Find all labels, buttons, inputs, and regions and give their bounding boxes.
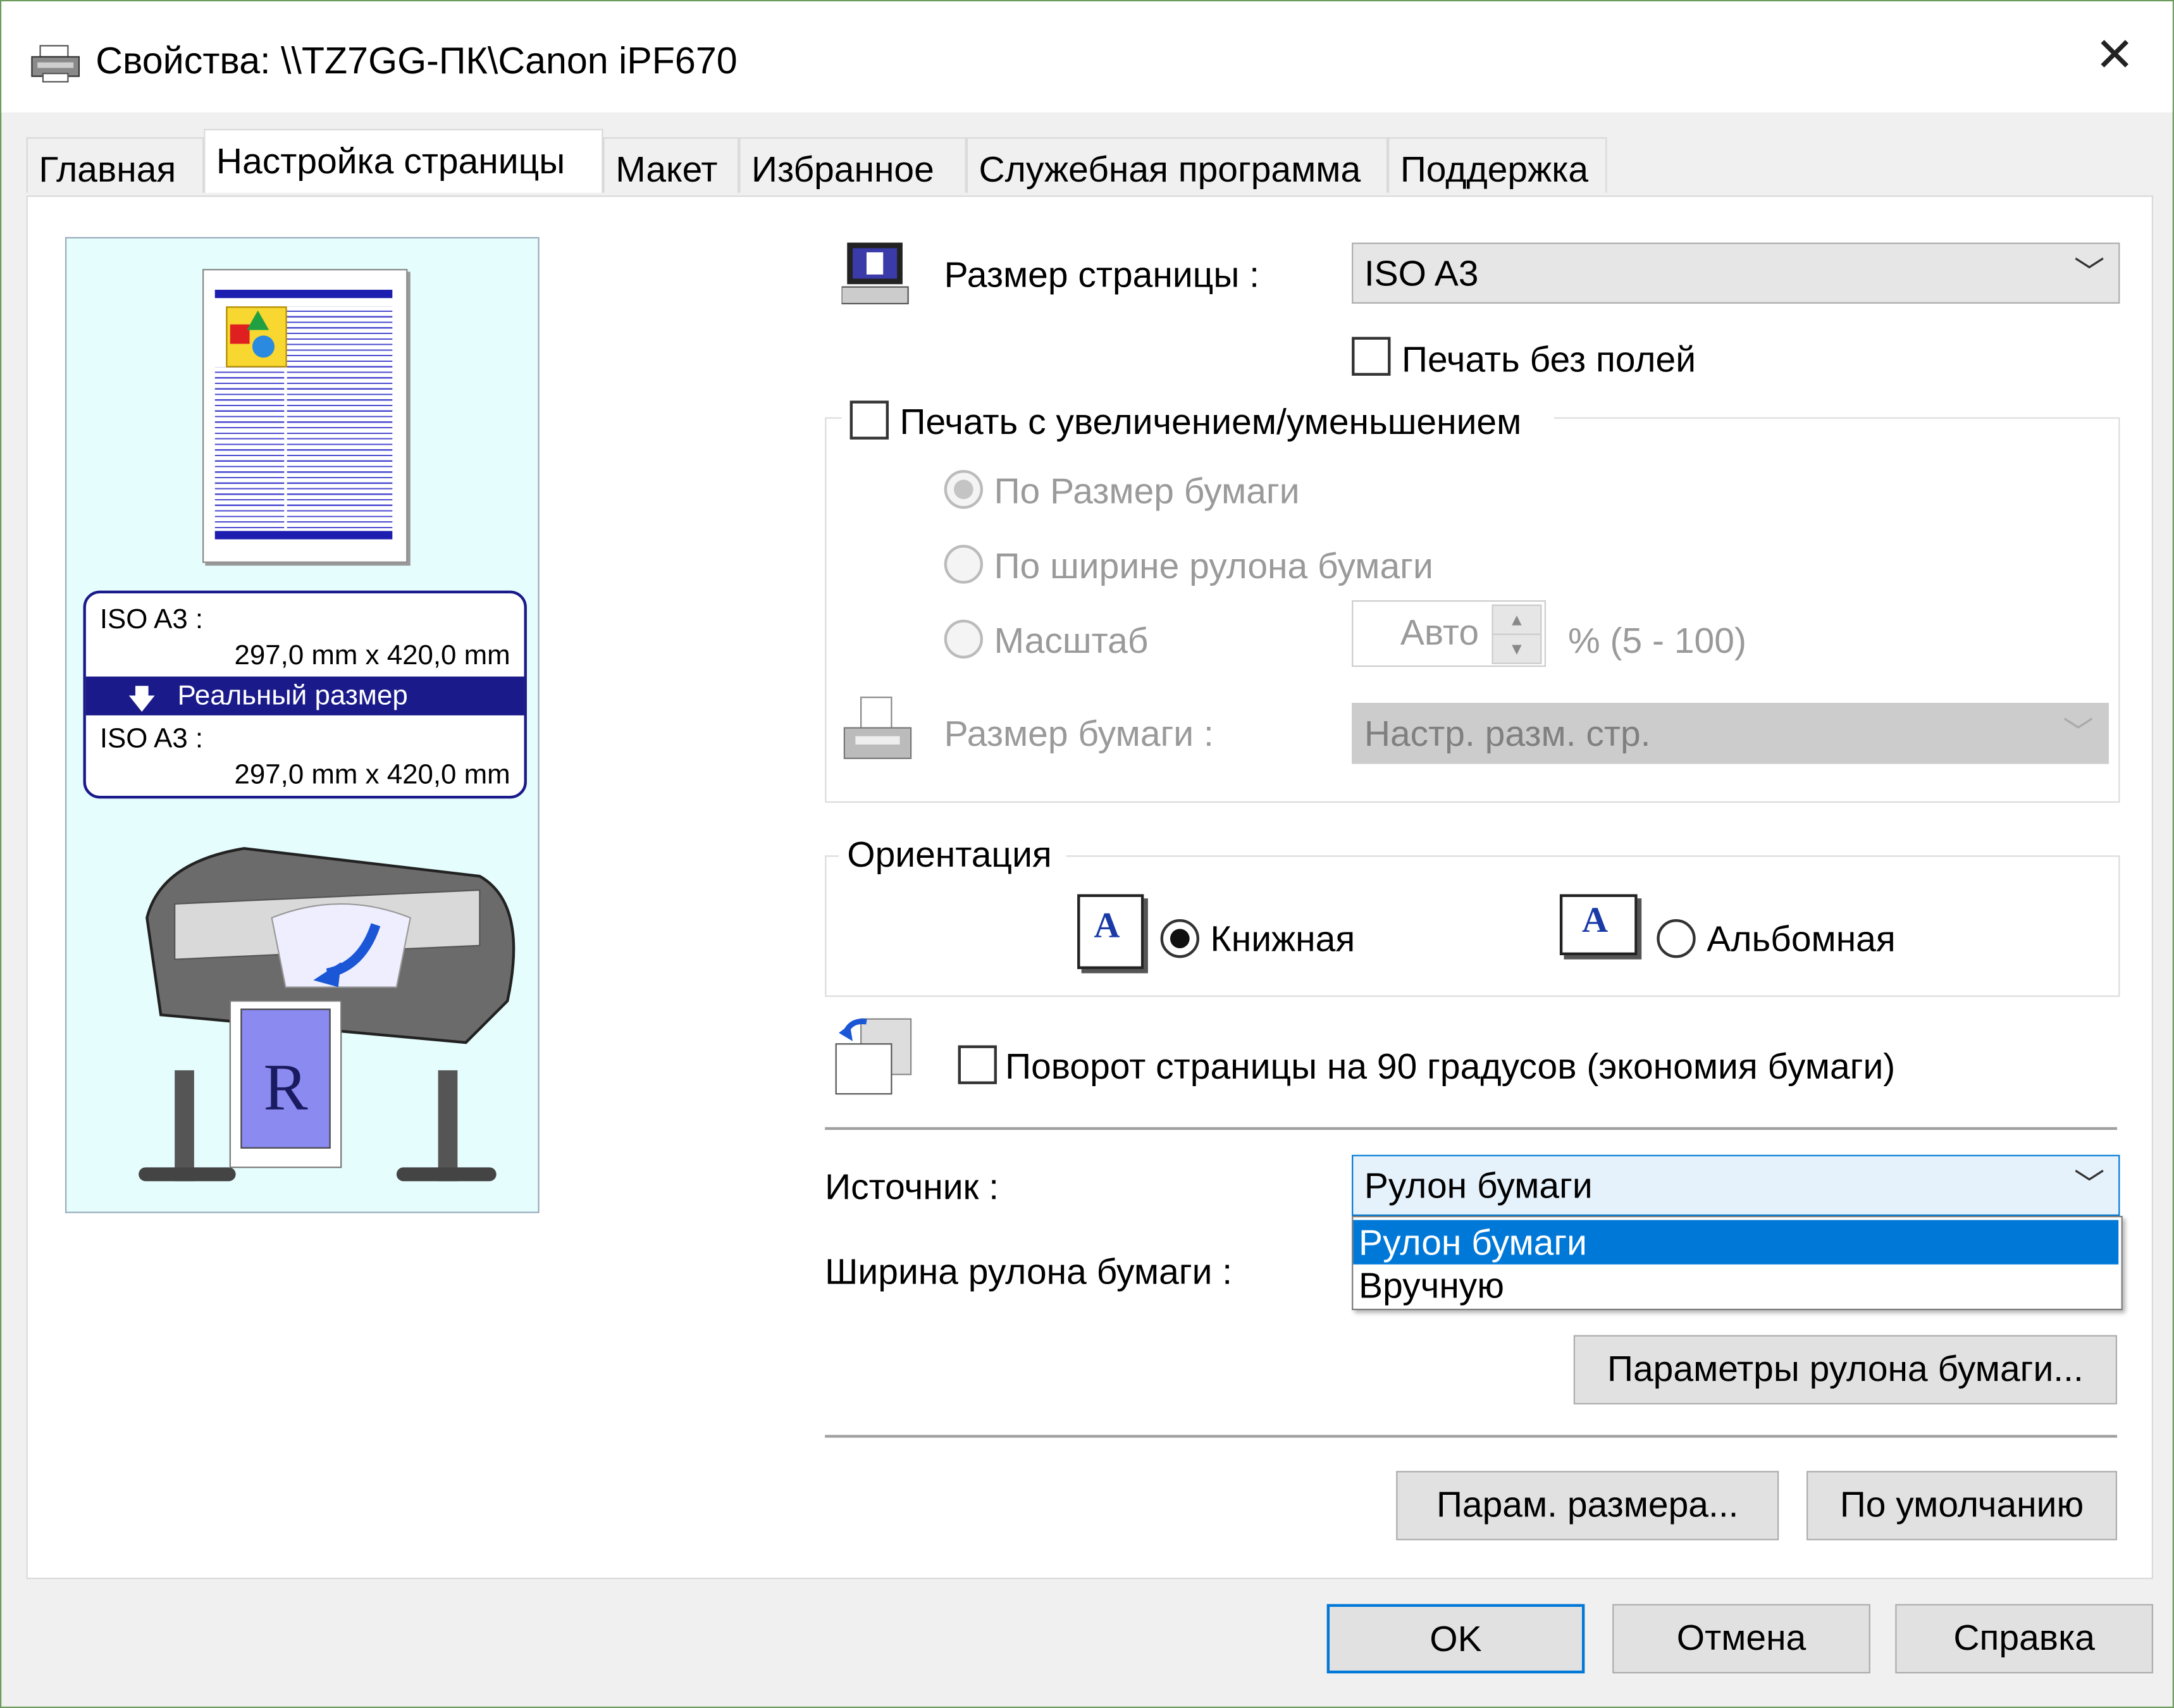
size-info-box: ISO A3 : 297,0 mm x 420,0 mm 🡇 Реальный … — [83, 590, 527, 799]
cancel-button[interactable]: Отмена — [1612, 1604, 1870, 1674]
source-select[interactable]: Рулон бумаги ﹀ — [1352, 1154, 2120, 1216]
chevron-down-icon: ﹀ — [2074, 255, 2105, 290]
tab-support[interactable]: Поддержка — [1388, 137, 1607, 193]
orientation-label: Ориентация — [847, 833, 1052, 875]
source-size-name: ISO A3 : — [99, 604, 204, 635]
printer-icon — [29, 43, 82, 85]
borderless-label: Печать без полей — [1402, 338, 1696, 380]
dest-size-name: ISO A3 : — [99, 724, 204, 755]
landscape-radio[interactable] — [1657, 919, 1696, 958]
landscape-label: Альбомная — [1707, 917, 1896, 960]
chevron-down-icon: ﹀ — [2074, 1167, 2105, 1203]
rotate-checkbox[interactable] — [958, 1045, 997, 1084]
window-title: Свойства: \\TZ7GG-ПК\Canon iPF670 — [96, 40, 738, 82]
page-preview-thumbnail — [202, 269, 408, 563]
scale-label: Масштаб — [994, 619, 1149, 662]
tab-favorites[interactable]: Избранное — [739, 137, 967, 193]
spin-up-icon[interactable]: ▲ — [1492, 604, 1542, 635]
paper-size-label: Размер бумаги : — [944, 712, 1214, 755]
source-size-dims: 297,0 mm x 420,0 mm — [234, 640, 510, 671]
printer-illustration: R — [133, 834, 535, 1209]
page-size-select[interactable]: ISO A3 ﹀ — [1352, 242, 2120, 304]
landscape-icon: A — [1559, 894, 1638, 956]
mode-bar: 🡇 Реальный размер — [85, 676, 524, 715]
help-button[interactable]: Справка — [1895, 1604, 2154, 1674]
tab-layout[interactable]: Макет — [603, 137, 739, 193]
portrait-radio[interactable] — [1160, 919, 1199, 958]
page-size-icon — [841, 240, 911, 306]
size-params-button[interactable]: Парам. размера... — [1396, 1471, 1779, 1540]
scale-radio[interactable] — [944, 619, 984, 659]
page-size-label: Размер страницы : — [944, 254, 1259, 295]
spin-down-icon[interactable]: ▼ — [1492, 633, 1542, 664]
fit-roll-width-radio[interactable] — [944, 545, 984, 584]
rotate-page-icon — [831, 1013, 919, 1099]
mode-label: Реальный размер — [177, 681, 408, 712]
fit-roll-width-label: По ширине рулона бумаги — [994, 545, 1433, 587]
fit-paper-size-label: По Размер бумаги — [994, 469, 1300, 512]
preview-pane: ISO A3 : 297,0 mm x 420,0 mm 🡇 Реальный … — [65, 237, 540, 1213]
rotate-label: Поворот страницы на 90 градусов (экономи… — [1005, 1045, 1896, 1087]
divider — [825, 1127, 2118, 1130]
source-label: Источник : — [825, 1166, 999, 1208]
source-dropdown-list: Рулон бумаги Вручную — [1352, 1216, 2123, 1311]
source-option-manual[interactable]: Вручную — [1353, 1263, 2118, 1308]
roll-width-label: Ширина рулона бумаги : — [825, 1250, 1233, 1292]
landscape-icon-letter: A — [1581, 900, 1609, 940]
scale-spinner[interactable]: Авто ▲ ▼ — [1352, 600, 1546, 667]
fit-paper-size-radio[interactable] — [944, 469, 984, 509]
scale-range-label: % (5 - 100) — [1568, 619, 1746, 662]
paper-size-value: Настр. разм. стр. — [1364, 712, 1651, 755]
image-placeholder-icon — [226, 306, 287, 368]
source-option-roll[interactable]: Рулон бумаги — [1353, 1220, 2119, 1265]
ok-button[interactable]: OK — [1326, 1604, 1585, 1674]
tab-main[interactable]: Главная — [26, 137, 204, 193]
chevron-down-icon: ﹀ — [2063, 715, 2094, 750]
borderless-checkbox[interactable] — [1352, 337, 1391, 376]
tab-page-setup[interactable]: Настройка страницы — [204, 128, 603, 193]
printer-properties-dialog: Свойства: \\TZ7GG-ПК\Canon iPF670 ✕ Глав… — [0, 0, 2174, 1708]
scaling-checkbox[interactable] — [849, 400, 889, 440]
title-bar: Свойства: \\TZ7GG-ПК\Canon iPF670 ✕ — [1, 1, 2173, 113]
portrait-icon: A — [1077, 894, 1144, 969]
scale-value: Авто — [1400, 611, 1479, 653]
page-size-value: ISO A3 — [1364, 252, 1479, 294]
down-arrow-icon: 🡇 — [127, 684, 156, 715]
divider — [825, 1435, 2118, 1438]
close-icon[interactable]: ✕ — [2095, 32, 2134, 79]
dest-size-dims: 297,0 mm x 420,0 mm — [234, 759, 510, 791]
paper-size-select[interactable]: Настр. разм. стр. ﹀ — [1352, 703, 2109, 764]
defaults-button[interactable]: По умолчанию — [1807, 1471, 2118, 1540]
printer-sample-letter: R — [263, 1051, 308, 1125]
tab-utility[interactable]: Служебная программа — [966, 137, 1388, 193]
roll-params-button[interactable]: Параметры рулона бумаги... — [1573, 1335, 2118, 1405]
source-value: Рулон бумаги — [1364, 1164, 1593, 1206]
paper-size-icon — [841, 695, 913, 764]
portrait-label: Книжная — [1210, 917, 1356, 960]
scaling-label: Печать с увеличением/уменьшением — [899, 400, 1522, 443]
portrait-icon-letter: A — [1094, 905, 1120, 946]
